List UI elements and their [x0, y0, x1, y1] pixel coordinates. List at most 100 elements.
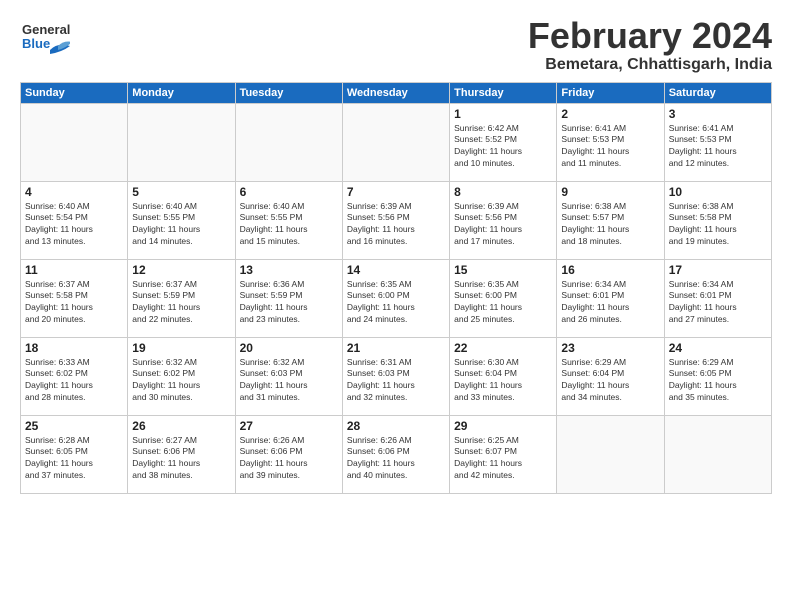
day-info: Sunrise: 6:30 AMSunset: 6:04 PMDaylight:…: [454, 357, 552, 405]
title-section: February 2024 Bemetara, Chhattisgarh, In…: [528, 16, 772, 74]
table-row: [21, 103, 128, 181]
table-row: 17 Sunrise: 6:34 AMSunset: 6:01 PMDayligh…: [664, 259, 771, 337]
header-friday: Friday: [557, 82, 664, 103]
table-row: 29Sunrise: 6:25 AMSunset: 6:07 PMDayligh…: [450, 415, 557, 493]
day-number: 26: [132, 419, 230, 433]
calendar-week-row: 1 Sunrise: 6:42 AMSunset: 5:52 PMDaylight…: [21, 103, 772, 181]
table-row: 13 Sunrise: 6:36 AMSunset: 5:59 PMDayligh…: [235, 259, 342, 337]
table-row: 4 Sunrise: 6:40 AMSunset: 5:54 PMDaylight…: [21, 181, 128, 259]
day-number: 11: [25, 263, 123, 277]
table-row: 19 Sunrise: 6:32 AMSunset: 6:02 PMDayligh…: [128, 337, 235, 415]
table-row: 10Sunrise: 6:38 AMSunset: 5:58 PMDayligh…: [664, 181, 771, 259]
day-number: 25: [25, 419, 123, 433]
table-row: 28 Sunrise: 6:26 AMSunset: 6:06 PMDayligh…: [342, 415, 449, 493]
day-info: Sunrise: 6:26 AMSunset: 6:06 PMDaylight:…: [347, 435, 445, 483]
day-info: Sunrise: 6:40 AMSunset: 5:54 PMDaylight:…: [25, 201, 123, 249]
day-info: Sunrise: 6:37 AMSunset: 5:59 PMDaylight:…: [132, 279, 230, 327]
day-number: 23: [561, 341, 659, 355]
table-row: 8 Sunrise: 6:39 AMSunset: 5:56 PMDaylight…: [450, 181, 557, 259]
day-number: 13: [240, 263, 338, 277]
logo: General Blue: [20, 16, 72, 61]
table-row: 3Sunrise: 6:41 AMSunset: 5:53 PMDaylight…: [664, 103, 771, 181]
day-number: 20: [240, 341, 338, 355]
table-row: 27 Sunrise: 6:26 AMSunset: 6:06 PMDayligh…: [235, 415, 342, 493]
day-number: 1: [454, 107, 552, 121]
table-row: 20 Sunrise: 6:32 AMSunset: 6:03 PMDayligh…: [235, 337, 342, 415]
calendar-week-row: 4 Sunrise: 6:40 AMSunset: 5:54 PMDaylight…: [21, 181, 772, 259]
day-info: Sunrise: 6:35 AMSunset: 6:00 PMDaylight:…: [454, 279, 552, 327]
table-row: 23 Sunrise: 6:29 AMSunset: 6:04 PMDayligh…: [557, 337, 664, 415]
day-number: 17: [669, 263, 767, 277]
table-row: 14 Sunrise: 6:35 AMSunset: 6:00 PMDayligh…: [342, 259, 449, 337]
main-title: February 2024: [528, 16, 772, 56]
day-number: 15: [454, 263, 552, 277]
day-info: Sunrise: 6:39 AMSunset: 5:56 PMDaylight:…: [347, 201, 445, 249]
table-row: 12 Sunrise: 6:37 AMSunset: 5:59 PMDayligh…: [128, 259, 235, 337]
day-info: Sunrise: 6:41 AMSunset: 5:53 PMDaylight:…: [561, 123, 659, 171]
day-info: Sunrise: 6:35 AMSunset: 6:00 PMDaylight:…: [347, 279, 445, 327]
day-number: 12: [132, 263, 230, 277]
day-info: Sunrise: 6:36 AMSunset: 5:59 PMDaylight:…: [240, 279, 338, 327]
table-row: 7 Sunrise: 6:39 AMSunset: 5:56 PMDaylight…: [342, 181, 449, 259]
header: General Blue February 2024 Bemetara, Chh…: [20, 16, 772, 74]
day-number: 28: [347, 419, 445, 433]
header-wednesday: Wednesday: [342, 82, 449, 103]
day-info: Sunrise: 6:34 AMSunset: 6:01 PMDaylight:…: [561, 279, 659, 327]
day-number: 8: [454, 185, 552, 199]
table-row: 22Sunrise: 6:30 AMSunset: 6:04 PMDayligh…: [450, 337, 557, 415]
day-info: Sunrise: 6:42 AMSunset: 5:52 PMDaylight:…: [454, 123, 552, 171]
day-number: 9: [561, 185, 659, 199]
calendar-week-row: 25 Sunrise: 6:28 AMSunset: 6:05 PMDayligh…: [21, 415, 772, 493]
calendar-week-row: 11 Sunrise: 6:37 AMSunset: 5:58 PMDayligh…: [21, 259, 772, 337]
day-info: Sunrise: 6:39 AMSunset: 5:56 PMDaylight:…: [454, 201, 552, 249]
day-info: Sunrise: 6:28 AMSunset: 6:05 PMDaylight:…: [25, 435, 123, 483]
day-number: 14: [347, 263, 445, 277]
header-tuesday: Tuesday: [235, 82, 342, 103]
table-row: 9 Sunrise: 6:38 AMSunset: 5:57 PMDaylight…: [557, 181, 664, 259]
day-info: Sunrise: 6:33 AMSunset: 6:02 PMDaylight:…: [25, 357, 123, 405]
svg-text:General: General: [22, 22, 70, 37]
day-info: Sunrise: 6:34 AMSunset: 6:01 PMDaylight:…: [669, 279, 767, 327]
day-info: Sunrise: 6:32 AMSunset: 6:03 PMDaylight:…: [240, 357, 338, 405]
table-row: 24Sunrise: 6:29 AMSunset: 6:05 PMDayligh…: [664, 337, 771, 415]
day-info: Sunrise: 6:41 AMSunset: 5:53 PMDaylight:…: [669, 123, 767, 171]
day-info: Sunrise: 6:26 AMSunset: 6:06 PMDaylight:…: [240, 435, 338, 483]
day-info: Sunrise: 6:37 AMSunset: 5:58 PMDaylight:…: [25, 279, 123, 327]
day-number: 7: [347, 185, 445, 199]
day-info: Sunrise: 6:25 AMSunset: 6:07 PMDaylight:…: [454, 435, 552, 483]
table-row: 16 Sunrise: 6:34 AMSunset: 6:01 PMDayligh…: [557, 259, 664, 337]
calendar-week-row: 18 Sunrise: 6:33 AMSunset: 6:02 PMDayligh…: [21, 337, 772, 415]
day-number: 16: [561, 263, 659, 277]
day-number: 24: [669, 341, 767, 355]
day-number: 27: [240, 419, 338, 433]
calendar-page: General Blue February 2024 Bemetara, Chh…: [0, 0, 792, 612]
day-number: 18: [25, 341, 123, 355]
day-number: 5: [132, 185, 230, 199]
day-info: Sunrise: 6:32 AMSunset: 6:02 PMDaylight:…: [132, 357, 230, 405]
day-info: Sunrise: 6:29 AMSunset: 6:04 PMDaylight:…: [561, 357, 659, 405]
weekday-header-row: Sunday Monday Tuesday Wednesday Thursday…: [21, 82, 772, 103]
table-row: 1 Sunrise: 6:42 AMSunset: 5:52 PMDaylight…: [450, 103, 557, 181]
header-monday: Monday: [128, 82, 235, 103]
calendar-table: Sunday Monday Tuesday Wednesday Thursday…: [20, 82, 772, 494]
day-number: 19: [132, 341, 230, 355]
table-row: [664, 415, 771, 493]
day-number: 4: [25, 185, 123, 199]
header-sunday: Sunday: [21, 82, 128, 103]
table-row: 26 Sunrise: 6:27 AMSunset: 6:06 PMDayligh…: [128, 415, 235, 493]
subtitle: Bemetara, Chhattisgarh, India: [528, 56, 772, 74]
table-row: [557, 415, 664, 493]
header-thursday: Thursday: [450, 82, 557, 103]
day-number: 2: [561, 107, 659, 121]
header-saturday: Saturday: [664, 82, 771, 103]
table-row: [342, 103, 449, 181]
table-row: 21Sunrise: 6:31 AMSunset: 6:03 PMDayligh…: [342, 337, 449, 415]
day-info: Sunrise: 6:40 AMSunset: 5:55 PMDaylight:…: [240, 201, 338, 249]
logo-icon: General Blue: [20, 16, 70, 61]
table-row: 6Sunrise: 6:40 AMSunset: 5:55 PMDaylight…: [235, 181, 342, 259]
day-number: 10: [669, 185, 767, 199]
table-row: 18 Sunrise: 6:33 AMSunset: 6:02 PMDayligh…: [21, 337, 128, 415]
day-info: Sunrise: 6:38 AMSunset: 5:57 PMDaylight:…: [561, 201, 659, 249]
table-row: 2 Sunrise: 6:41 AMSunset: 5:53 PMDaylight…: [557, 103, 664, 181]
day-info: Sunrise: 6:27 AMSunset: 6:06 PMDaylight:…: [132, 435, 230, 483]
